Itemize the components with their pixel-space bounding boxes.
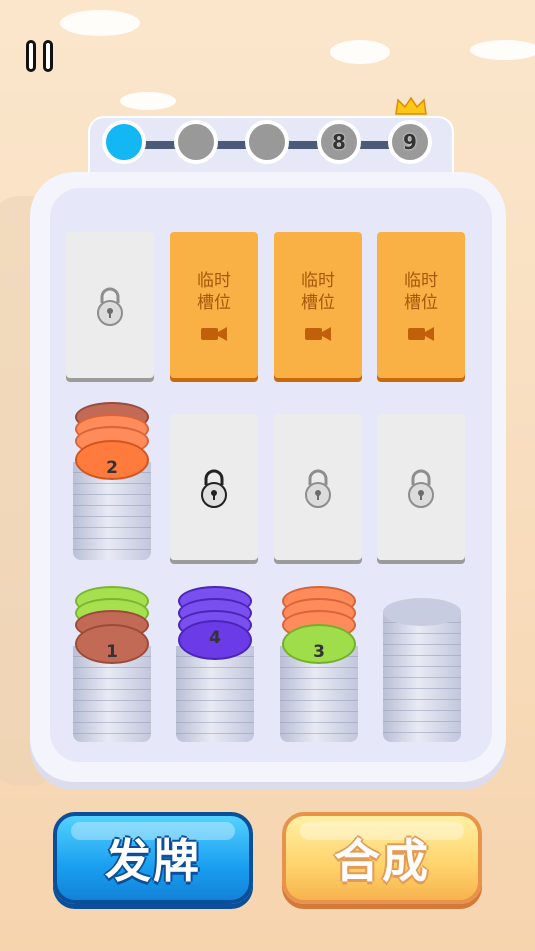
cloud: [120, 92, 176, 110]
pause-button[interactable]: [26, 40, 60, 74]
video-camera-icon: [201, 327, 227, 341]
temp-slot[interactable]: 临时 槽位: [377, 232, 465, 378]
temp-slot-label: 临时: [197, 271, 231, 291]
cloud: [330, 40, 390, 64]
video-camera-icon: [305, 327, 331, 341]
empty-stack[interactable]: [383, 598, 461, 744]
pause-icon: [26, 40, 36, 72]
locked-slot[interactable]: [377, 414, 465, 560]
stack-count-label: 4: [209, 628, 221, 648]
progress-node: 8: [317, 120, 361, 164]
cloud: [60, 10, 140, 36]
locked-slot[interactable]: [274, 414, 362, 560]
temp-slot-label: 临时: [404, 271, 438, 291]
stack-count-label: 3: [313, 642, 325, 662]
temp-slot-label: 槽位: [197, 293, 231, 313]
padlock-icon: [201, 469, 227, 508]
progress-node: [174, 120, 218, 164]
padlock-icon: [305, 469, 331, 508]
temp-slot-label: 槽位: [301, 293, 335, 313]
padlock-icon: [97, 287, 123, 326]
cloud: [470, 40, 535, 60]
chip-stack[interactable]: 2: [73, 400, 151, 562]
chip-stack[interactable]: 3: [280, 584, 358, 744]
crown-icon: [395, 96, 427, 115]
chip-stack[interactable]: 4: [176, 584, 254, 744]
padlock-icon: [408, 469, 434, 508]
temp-slot[interactable]: 临时 槽位: [170, 232, 258, 378]
temp-slot-label: 槽位: [404, 293, 438, 313]
progress-node: [245, 120, 289, 164]
progress-node-boss: 9: [388, 120, 432, 164]
locked-slot[interactable]: [170, 414, 258, 560]
video-camera-icon: [408, 327, 434, 341]
stack-count-label: 2: [106, 458, 118, 478]
merge-button-label: 合成: [334, 834, 430, 888]
merge-button[interactable]: 合成: [282, 812, 482, 904]
deal-button-label: 发牌: [105, 834, 201, 888]
chip-stack[interactable]: 1: [73, 584, 151, 744]
temp-slot[interactable]: 临时 槽位: [274, 232, 362, 378]
deal-button[interactable]: 发牌: [53, 812, 253, 904]
progress-node-current: [102, 120, 146, 164]
stack-count-label: 1: [106, 642, 118, 662]
locked-slot[interactable]: [66, 232, 154, 378]
temp-slot-label: 临时: [301, 271, 335, 291]
